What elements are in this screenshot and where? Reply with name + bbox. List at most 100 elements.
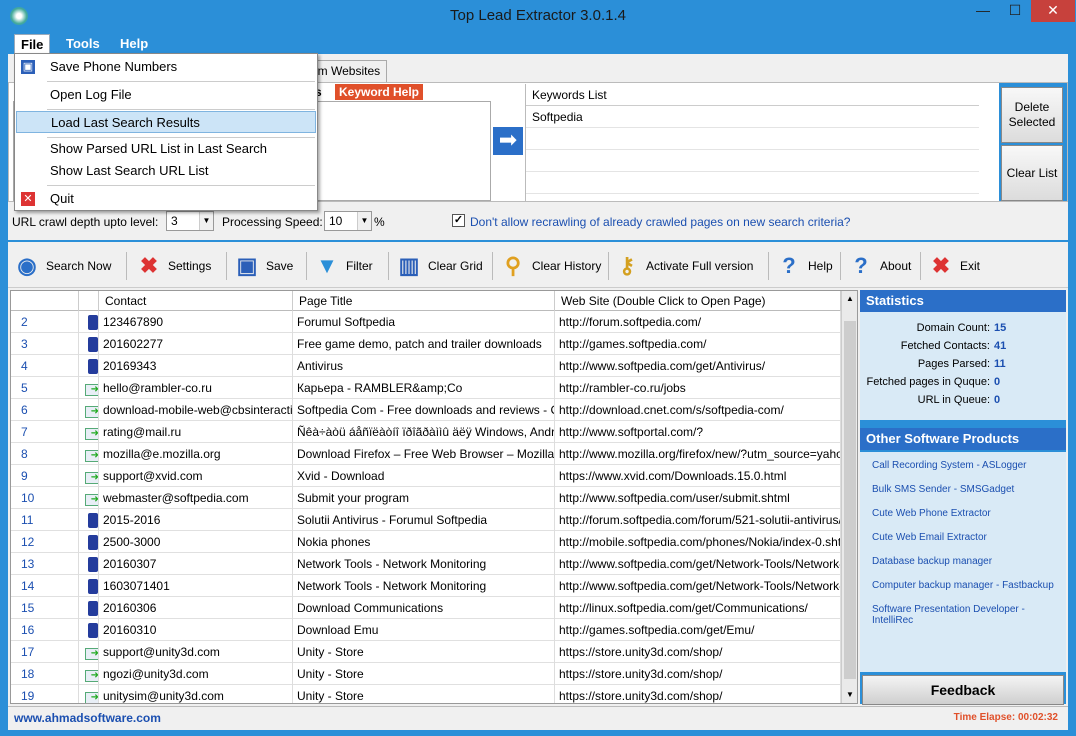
page-title-cell[interactable]: Forumul Softpedia — [293, 311, 555, 333]
menu-item-save-phone-numbers[interactable]: ▣ Save Phone Numbers — [16, 56, 316, 78]
no-recrawl-checkbox[interactable]: ✓ — [452, 214, 465, 227]
website-cell[interactable]: http://games.softpedia.com/ — [555, 333, 841, 355]
website-cell[interactable]: http://www.softportal.com/? — [555, 421, 841, 443]
website-cell[interactable]: http://www.softpedia.com/user/submit.sht… — [555, 487, 841, 509]
product-link[interactable]: Cute Web Email Extractor — [872, 532, 987, 543]
table-row[interactable]: 5 ➜ hello@rambler-co.ru Карьера - RAMBLER&a… — [11, 377, 841, 399]
contact-cell[interactable]: ngozi@unity3d.com — [99, 663, 293, 685]
table-row[interactable]: 17 ➜ support@unity3d.com Unity - Store https… — [11, 641, 841, 663]
contact-cell[interactable]: support@xvid.com — [99, 465, 293, 487]
results-grid[interactable]: Contact Page Title Web Site (Double Clic… — [10, 290, 858, 704]
keyword-help-link[interactable]: Keyword Help — [335, 84, 424, 100]
processing-speed-select[interactable]: 10 ▼ — [324, 211, 372, 231]
contact-cell[interactable]: 2015-2016 — [99, 509, 293, 531]
grid-header-contact[interactable]: Contact — [99, 291, 293, 311]
contact-cell[interactable]: mozilla@e.mozilla.org — [99, 443, 293, 465]
page-title-cell[interactable]: Submit your program — [293, 487, 555, 509]
table-row[interactable]: 13 20160307 Network Tools - Network Monito… — [11, 553, 841, 575]
contact-cell[interactable]: 1603071401 — [99, 575, 293, 597]
table-row[interactable]: 3 201602277 Free game demo, patch and trai… — [11, 333, 841, 355]
keywords-list[interactable]: Keywords List Softpedia — [525, 84, 979, 201]
table-row[interactable]: 7 ➜ rating@mail.ru Ñêà÷àòü áåñïëàòíî ïðîãðà… — [11, 421, 841, 443]
page-title-cell[interactable]: Карьера - RAMBLER&amp;Co — [293, 377, 555, 399]
no-recrawl-label[interactable]: Don't allow recrawling of already crawle… — [470, 215, 850, 229]
add-keyword-arrow-button[interactable]: ➡ — [493, 127, 523, 155]
grid-header-site[interactable]: Web Site (Double Click to Open Page) — [555, 291, 841, 311]
menu-item-open-log-file[interactable]: Open Log File — [16, 84, 316, 106]
clear-list-button[interactable]: Clear List — [1001, 145, 1063, 201]
page-title-cell[interactable]: Network Tools - Network Monitoring — [293, 575, 555, 597]
page-title-cell[interactable]: Download Firefox – Free Web Browser – Mo… — [293, 443, 555, 465]
page-title-cell[interactable]: Antivirus — [293, 355, 555, 377]
contact-cell[interactable]: 2500-3000 — [99, 531, 293, 553]
page-title-cell[interactable]: Nokia phones — [293, 531, 555, 553]
page-title-cell[interactable]: Softpedia Com - Free downloads and revie… — [293, 399, 555, 421]
feedback-button[interactable]: Feedback — [862, 675, 1064, 705]
product-link[interactable]: Database backup manager — [872, 556, 992, 567]
contact-cell[interactable]: support@unity3d.com — [99, 641, 293, 663]
website-cell[interactable]: https://www.xvid.com/Downloads.15.0.html — [555, 465, 841, 487]
menu-file[interactable]: File — [14, 34, 51, 54]
website-cell[interactable]: http://www.softpedia.com/get/Antivirus/ — [555, 355, 841, 377]
close-button[interactable]: ✕ — [1031, 0, 1075, 22]
page-title-cell[interactable]: Download Communications — [293, 597, 555, 619]
table-row[interactable]: 11 2015-2016 Solutii Antivirus - Forumul S… — [11, 509, 841, 531]
table-row[interactable]: 15 20160306 Download Communications http://… — [11, 597, 841, 619]
contact-cell[interactable]: download-mobile-web@cbsinteractiv... — [99, 399, 293, 421]
scroll-thumb[interactable] — [844, 321, 856, 679]
about-button[interactable]: ? About — [846, 248, 911, 284]
product-link[interactable]: Software Presentation Developer - Intell… — [872, 604, 1066, 626]
menu-help[interactable]: Help — [114, 34, 154, 54]
website-cell[interactable]: http://download.cnet.com/s/softpedia-com… — [555, 399, 841, 421]
table-row[interactable]: 6 ➜ download-mobile-web@cbsinteractiv... So… — [11, 399, 841, 421]
website-cell[interactable]: http://games.softpedia.com/get/Emu/ — [555, 619, 841, 641]
table-row[interactable]: 9 ➜ support@xvid.com Xvid - Download https:/… — [11, 465, 841, 487]
page-title-cell[interactable]: Xvid - Download — [293, 465, 555, 487]
clear-grid-button[interactable]: ▥ Clear Grid — [394, 248, 483, 284]
exit-button[interactable]: ✖ Exit — [926, 248, 980, 284]
website-cell[interactable]: https://store.unity3d.com/shop/ — [555, 663, 841, 685]
product-link[interactable]: Call Recording System - ASLogger — [872, 460, 1027, 471]
keyword-item[interactable]: Softpedia — [526, 106, 979, 128]
minimize-button[interactable]: — — [967, 0, 999, 22]
website-cell[interactable]: http://forum.softpedia.com/forum/521-sol… — [555, 509, 841, 531]
menu-item-show-parsed-url-list[interactable]: Show Parsed URL List in Last Search — [16, 138, 316, 160]
website-link[interactable]: www.ahmadsoftware.com — [14, 711, 161, 725]
clear-history-button[interactable]: ⚲ Clear History — [498, 248, 601, 284]
product-link[interactable]: Cute Web Phone Extractor — [872, 508, 991, 519]
table-row[interactable]: 19 ➜ unitysim@unity3d.com Unity - Store http… — [11, 685, 841, 703]
page-title-cell[interactable]: Unity - Store — [293, 641, 555, 663]
contact-cell[interactable]: webmaster@softpedia.com — [99, 487, 293, 509]
website-cell[interactable]: http://linux.softpedia.com/get/Communica… — [555, 597, 841, 619]
contact-cell[interactable]: 20160307 — [99, 553, 293, 575]
delete-selected-button[interactable]: Delete Selected — [1001, 87, 1063, 143]
crawl-depth-select[interactable]: 3 ▼ — [166, 211, 214, 231]
filter-button[interactable]: ▼ Filter — [312, 248, 373, 284]
product-link[interactable]: Computer backup manager - Fastbackup — [872, 580, 1054, 591]
activate-full-version-button[interactable]: ⚷ Activate Full version — [612, 248, 753, 284]
website-cell[interactable]: http://www.mozilla.org/firefox/new/?utm_… — [555, 443, 841, 465]
maximize-button[interactable]: ☐ — [999, 0, 1031, 22]
contact-cell[interactable]: hello@rambler-co.ru — [99, 377, 293, 399]
table-row[interactable]: 16 20160310 Download Emu http://games.softp… — [11, 619, 841, 641]
search-now-button[interactable]: ◉ Search Now — [12, 248, 111, 284]
page-title-cell[interactable]: Unity - Store — [293, 663, 555, 685]
website-cell[interactable]: https://store.unity3d.com/shop/ — [555, 685, 841, 703]
table-row[interactable]: 12 2500-3000 Nokia phones http://mobile.sof… — [11, 531, 841, 553]
page-title-cell[interactable]: Free game demo, patch and trailer downlo… — [293, 333, 555, 355]
website-cell[interactable]: http://www.softpedia.com/get/Network-Too… — [555, 553, 841, 575]
page-title-cell[interactable]: Solutii Antivirus - Forumul Softpedia — [293, 509, 555, 531]
contact-cell[interactable]: unitysim@unity3d.com — [99, 685, 293, 703]
save-button[interactable]: ▣ Save — [232, 248, 294, 284]
page-title-cell[interactable]: Ñêà÷àòü áåñïëàòíî ïðîãðàììû äëÿ Windows,… — [293, 421, 555, 443]
contact-cell[interactable]: 20160306 — [99, 597, 293, 619]
contact-cell[interactable]: rating@mail.ru — [99, 421, 293, 443]
contact-cell[interactable]: 123467890 — [99, 311, 293, 333]
website-cell[interactable]: http://rambler-co.ru/jobs — [555, 377, 841, 399]
website-cell[interactable]: http://mobile.softpedia.com/phones/Nokia… — [555, 531, 841, 553]
contact-cell[interactable]: 20169343 — [99, 355, 293, 377]
table-row[interactable]: 4 20169343 Antivirus http://www.softpedia.c… — [11, 355, 841, 377]
table-row[interactable]: 2 123467890 Forumul Softpedia http://forum.… — [11, 311, 841, 333]
help-button[interactable]: ? Help — [774, 248, 832, 284]
scroll-down-icon[interactable]: ▼ — [842, 687, 857, 703]
